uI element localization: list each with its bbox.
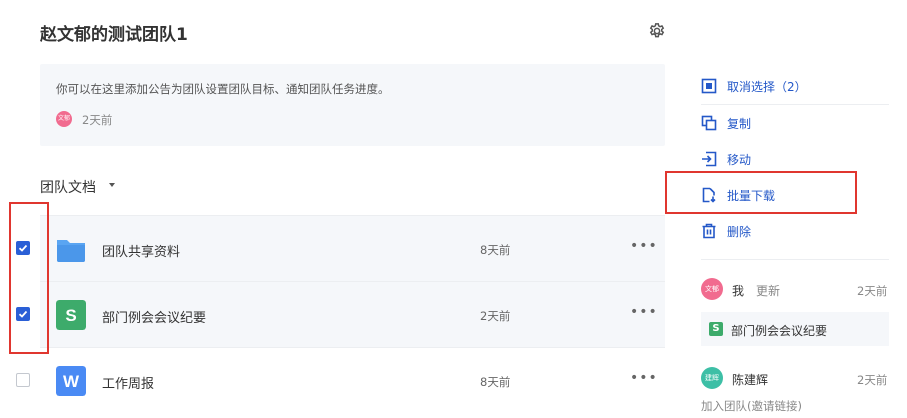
svg-text:W: W bbox=[63, 372, 80, 391]
folder-icon bbox=[57, 240, 85, 262]
team-notice[interactable]: 你可以在这里添加公告为团队设置团队目标、通知团队任务进度。 文郁 2天前 bbox=[40, 64, 665, 146]
move-icon bbox=[702, 151, 717, 167]
file-row[interactable]: W 工作周报 8天前 ••• bbox=[40, 347, 665, 413]
avatar: 文郁 bbox=[56, 111, 72, 127]
deselect-icon bbox=[701, 78, 717, 94]
highlight-box bbox=[9, 202, 49, 354]
activity-user: 我 bbox=[732, 284, 745, 298]
caret-down-icon[interactable] bbox=[109, 183, 115, 187]
file-row[interactable]: 团队共享资料 8天前 ••• bbox=[40, 215, 665, 281]
activity-user: 陈建辉 bbox=[732, 373, 769, 387]
avatar: 文郁 bbox=[701, 278, 723, 300]
activity-subtext: 加入团队(邀请链接) bbox=[701, 399, 802, 413]
copy-icon bbox=[701, 115, 717, 131]
deselect-button[interactable]: 取消选择（2） bbox=[701, 70, 889, 102]
file-checkbox[interactable] bbox=[16, 373, 30, 387]
copy-button[interactable]: 复制 bbox=[701, 107, 889, 139]
delete-label: 删除 bbox=[727, 225, 752, 239]
notice-time: 2天前 bbox=[82, 113, 113, 127]
move-label: 移动 bbox=[727, 153, 752, 167]
divider bbox=[701, 259, 889, 260]
activity-file-link[interactable]: S 部门例会会议纪要 bbox=[701, 312, 889, 346]
file-name[interactable]: 团队共享资料 bbox=[102, 241, 180, 260]
activity-verb: 更新 bbox=[756, 284, 781, 298]
activity-time: 2天前 bbox=[857, 373, 888, 387]
sheet-file-icon: S bbox=[709, 322, 723, 336]
trash-icon bbox=[702, 223, 716, 239]
notice-text: 你可以在这里添加公告为团队设置团队目标、通知团队任务进度。 bbox=[56, 82, 390, 96]
word-file-icon: W bbox=[56, 366, 86, 396]
more-icon[interactable]: ••• bbox=[630, 370, 658, 386]
highlight-box bbox=[665, 171, 857, 214]
avatar: 建辉 bbox=[701, 367, 723, 389]
more-icon[interactable]: ••• bbox=[630, 304, 658, 320]
deselect-label: 取消选择（2） bbox=[727, 80, 807, 94]
more-icon[interactable]: ••• bbox=[630, 238, 658, 254]
divider bbox=[701, 104, 889, 105]
team-title: 赵文郁的测试团队1 bbox=[40, 25, 188, 45]
file-time: 8天前 bbox=[480, 375, 511, 389]
file-time: 8天前 bbox=[480, 243, 511, 257]
file-row[interactable]: S 部门例会会议纪要 2天前 ••• bbox=[40, 281, 665, 347]
svg-text:S: S bbox=[65, 306, 76, 325]
activity-file-name: 部门例会会议纪要 bbox=[731, 324, 828, 338]
activity-time: 2天前 bbox=[857, 284, 888, 298]
sheet-file-icon: S bbox=[56, 300, 86, 330]
delete-button[interactable]: 删除 bbox=[701, 215, 889, 247]
file-name[interactable]: 部门例会会议纪要 bbox=[102, 307, 206, 326]
file-time: 2天前 bbox=[480, 309, 511, 323]
file-name[interactable]: 工作周报 bbox=[102, 373, 154, 392]
copy-label: 复制 bbox=[727, 117, 752, 131]
team-docs-dropdown[interactable]: 团队文档 bbox=[40, 177, 96, 197]
gear-icon[interactable] bbox=[648, 22, 666, 40]
